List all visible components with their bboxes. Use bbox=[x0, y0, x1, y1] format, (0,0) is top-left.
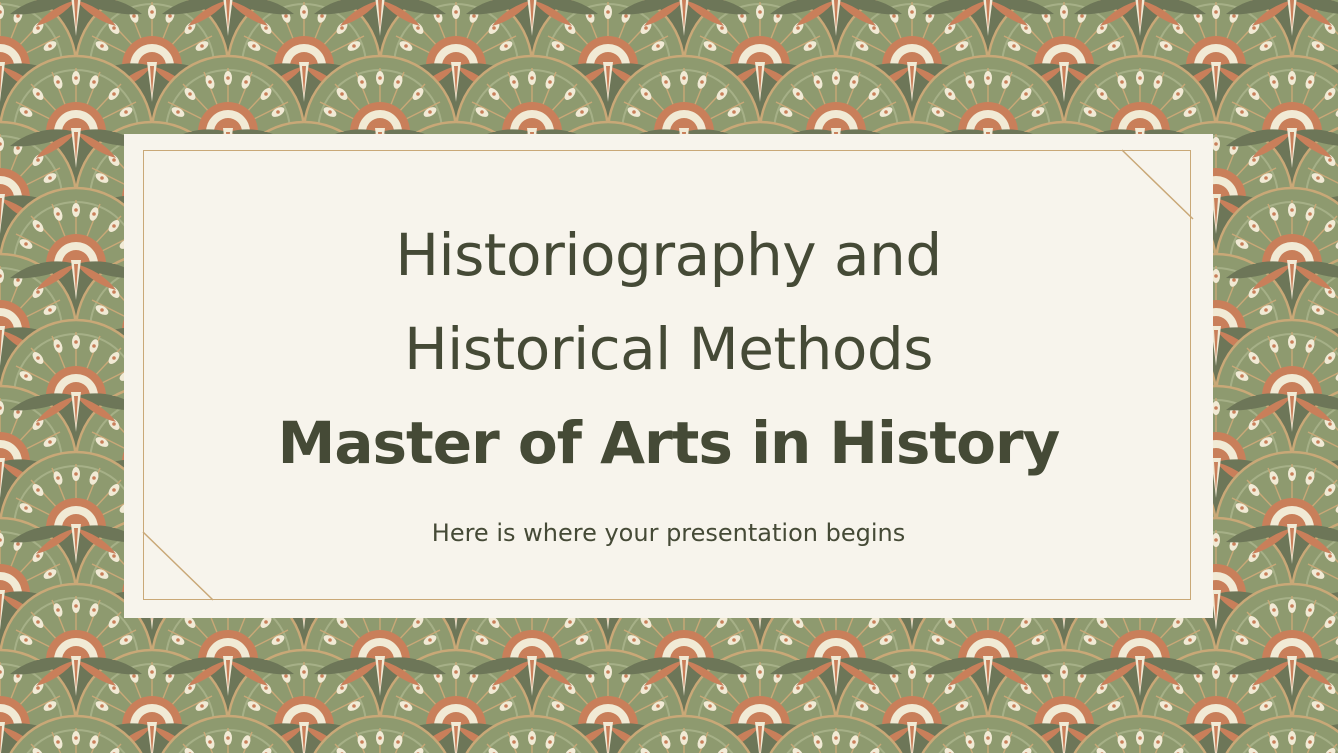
title-line-1: Historiography and bbox=[395, 221, 942, 289]
slide: Historiography and Historical Methods Ma… bbox=[0, 0, 1338, 753]
title-line-2: Historical Methods bbox=[404, 315, 933, 383]
subtitle: Here is where your presentation begins bbox=[431, 519, 906, 547]
title-card: Historiography and Historical Methods Ma… bbox=[124, 134, 1213, 618]
title-line-3: Master of Arts in History bbox=[277, 409, 1061, 477]
